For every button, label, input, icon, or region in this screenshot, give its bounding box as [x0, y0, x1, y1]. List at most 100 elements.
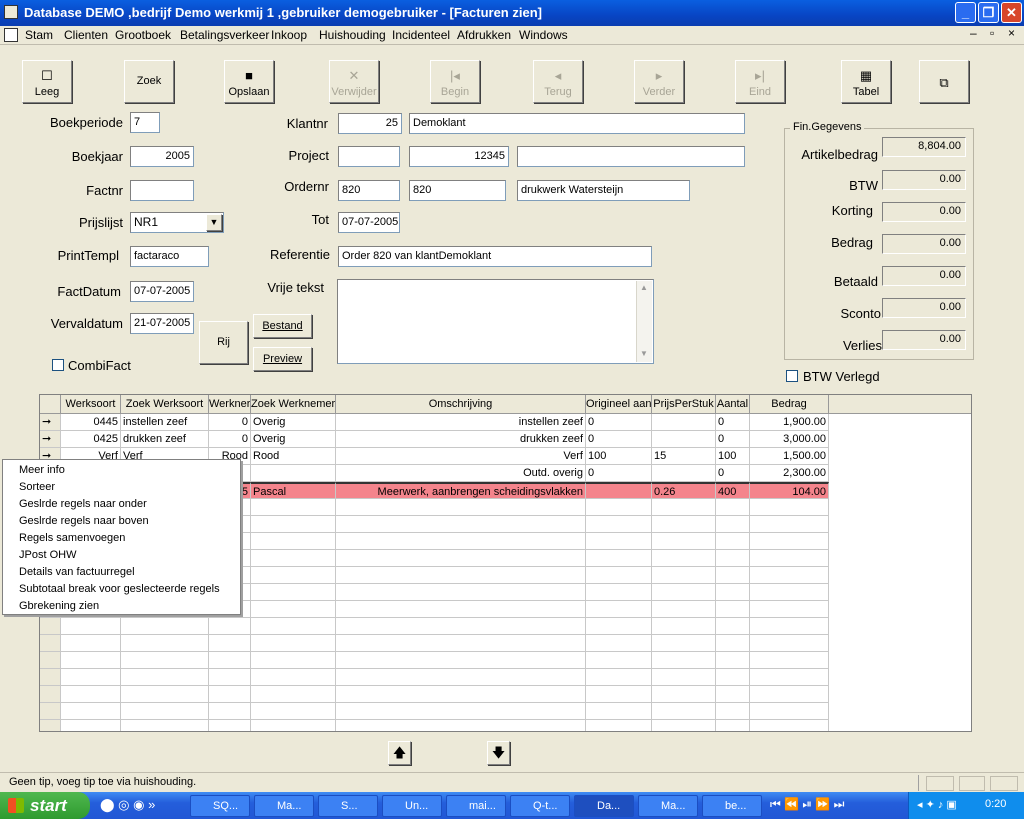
- grid-cell[interactable]: Pascal: [251, 482, 336, 499]
- leeg-button[interactable]: ☐ Leeg: [22, 60, 72, 103]
- grid-cell[interactable]: [209, 635, 251, 652]
- task-un[interactable]: Un...: [382, 795, 442, 817]
- grid-cell[interactable]: [251, 601, 336, 618]
- grid-cell[interactable]: [336, 601, 586, 618]
- grid-cell[interactable]: [586, 703, 652, 720]
- grid-cell[interactable]: [209, 686, 251, 703]
- col-zoek-werksoort[interactable]: Zoek Werksoort: [121, 395, 209, 414]
- grid-cell[interactable]: [336, 720, 586, 731]
- grid-cell[interactable]: 0: [716, 414, 750, 431]
- maximize-button[interactable]: ❐: [978, 2, 999, 23]
- grid-cell[interactable]: [750, 567, 829, 584]
- grid-cell[interactable]: 0.26: [652, 482, 716, 499]
- grid-cell[interactable]: [750, 720, 829, 731]
- grid-cell[interactable]: 2,300.00: [750, 465, 829, 482]
- ordernr-desc-field[interactable]: drukwerk Watersteijn: [517, 180, 690, 201]
- grid-cell[interactable]: [652, 635, 716, 652]
- grid-cell[interactable]: [336, 703, 586, 720]
- grid-cell[interactable]: 0: [586, 465, 652, 482]
- grid-cell[interactable]: [251, 635, 336, 652]
- grid-cell[interactable]: [716, 618, 750, 635]
- grid-cell[interactable]: [251, 652, 336, 669]
- grid-cell[interactable]: [251, 703, 336, 720]
- grid-cell[interactable]: [716, 550, 750, 567]
- grid-cell[interactable]: [652, 567, 716, 584]
- opslaan-button[interactable]: ■ Opslaan: [224, 60, 274, 103]
- grid-cell[interactable]: Overig: [251, 414, 336, 431]
- mdi-minimize-icon[interactable]: –: [970, 26, 977, 40]
- grid-cell[interactable]: [652, 618, 716, 635]
- grid-cell[interactable]: [716, 635, 750, 652]
- grid-cell[interactable]: Outd. overig: [336, 465, 586, 482]
- vrijetekst-textarea[interactable]: [337, 279, 654, 364]
- grid-cell[interactable]: [586, 533, 652, 550]
- col-werksoort[interactable]: Werksoort: [61, 395, 121, 414]
- grid-cell[interactable]: [336, 686, 586, 703]
- row-selector[interactable]: [40, 618, 61, 635]
- grid-cell[interactable]: [750, 499, 829, 516]
- project-code-field[interactable]: 12345: [409, 146, 509, 167]
- grid-cell[interactable]: [716, 669, 750, 686]
- vrijetekst-scrollbar[interactable]: ▲ ▼: [636, 281, 652, 362]
- grid-cell[interactable]: Rood: [251, 448, 336, 465]
- grid-cell[interactable]: 0: [716, 465, 750, 482]
- scroll-down-icon[interactable]: ▼: [640, 349, 648, 358]
- grid-cell[interactable]: [61, 703, 121, 720]
- menu-afdrukken[interactable]: Afdrukken: [457, 28, 511, 42]
- col-werknemer[interactable]: Werkner: [209, 395, 251, 414]
- grid-cell[interactable]: [750, 584, 829, 601]
- grid-cell[interactable]: [586, 686, 652, 703]
- ctx-regels-naar-boven[interactable]: Geslrde regels naar boven: [19, 515, 149, 527]
- media-controls-icons[interactable]: ⏮ ⏪ ⏯ ⏩ ⏭: [770, 797, 844, 812]
- grid-cell[interactable]: [61, 635, 121, 652]
- klantnr-field[interactable]: 25: [338, 113, 402, 134]
- grid-cell[interactable]: [336, 652, 586, 669]
- factnr-field[interactable]: [130, 180, 194, 201]
- begin-button[interactable]: |◂ Begin: [430, 60, 480, 103]
- grid-cell[interactable]: [586, 618, 652, 635]
- grid-cell[interactable]: [750, 618, 829, 635]
- project-desc-field[interactable]: [517, 146, 745, 167]
- grid-cell[interactable]: [652, 669, 716, 686]
- grid-cell[interactable]: 400: [716, 482, 750, 499]
- rij-button[interactable]: Rij: [199, 321, 248, 364]
- ctx-meer-info[interactable]: Meer info: [19, 464, 65, 476]
- col-zoek-werknemer[interactable]: Zoek Werknemer: [251, 395, 336, 414]
- grid-cell[interactable]: [586, 482, 652, 499]
- grid-cell[interactable]: [209, 669, 251, 686]
- grid-cell[interactable]: Meerwerk, aanbrengen scheidingsvlakken: [336, 482, 586, 499]
- chevron-down-icon[interactable]: ▼: [206, 214, 222, 231]
- grid-cell[interactable]: [750, 516, 829, 533]
- task-da[interactable]: Da...: [574, 795, 634, 817]
- grid-cell[interactable]: [251, 550, 336, 567]
- project-field[interactable]: [338, 146, 400, 167]
- terug-button[interactable]: ◂ Terug: [533, 60, 583, 103]
- ordernr-field[interactable]: 820: [338, 180, 400, 201]
- tabel-button[interactable]: ▦ Tabel: [841, 60, 891, 103]
- grid-cell[interactable]: 3,000.00: [750, 431, 829, 448]
- task-ma-1[interactable]: Ma...: [254, 795, 314, 817]
- row-selector[interactable]: ➞: [40, 414, 61, 431]
- menu-windows[interactable]: Windows: [519, 28, 568, 42]
- task-s[interactable]: S...: [318, 795, 378, 817]
- grid-cell[interactable]: [716, 567, 750, 584]
- grid-cell[interactable]: 0: [586, 414, 652, 431]
- close-button[interactable]: ✕: [1001, 2, 1022, 23]
- mdi-close-icon[interactable]: ×: [1008, 26, 1015, 40]
- grid-cell[interactable]: [251, 567, 336, 584]
- grid-cell[interactable]: [336, 567, 586, 584]
- menu-betalingsverkeer[interactable]: Betalingsverkeer: [180, 28, 269, 42]
- grid-cell[interactable]: [750, 686, 829, 703]
- vervaldatum-field[interactable]: 21-07-2005: [130, 313, 194, 334]
- ctx-jpost-ohw[interactable]: JPost OHW: [19, 549, 76, 561]
- referentie-field[interactable]: Order 820 van klantDemoklant: [338, 246, 652, 267]
- move-up-button[interactable]: 🡅: [388, 741, 411, 765]
- mdi-restore-icon[interactable]: ▫: [990, 26, 994, 40]
- menu-inkoop[interactable]: Inkoop: [271, 28, 307, 42]
- grid-cell[interactable]: [652, 703, 716, 720]
- grid-cell[interactable]: [251, 669, 336, 686]
- factdatum-field[interactable]: 07-07-2005: [130, 281, 194, 302]
- grid-cell[interactable]: [652, 431, 716, 448]
- task-sq[interactable]: SQ...: [190, 795, 250, 817]
- ctx-regels-naar-onder[interactable]: Geslrde regels naar onder: [19, 498, 147, 510]
